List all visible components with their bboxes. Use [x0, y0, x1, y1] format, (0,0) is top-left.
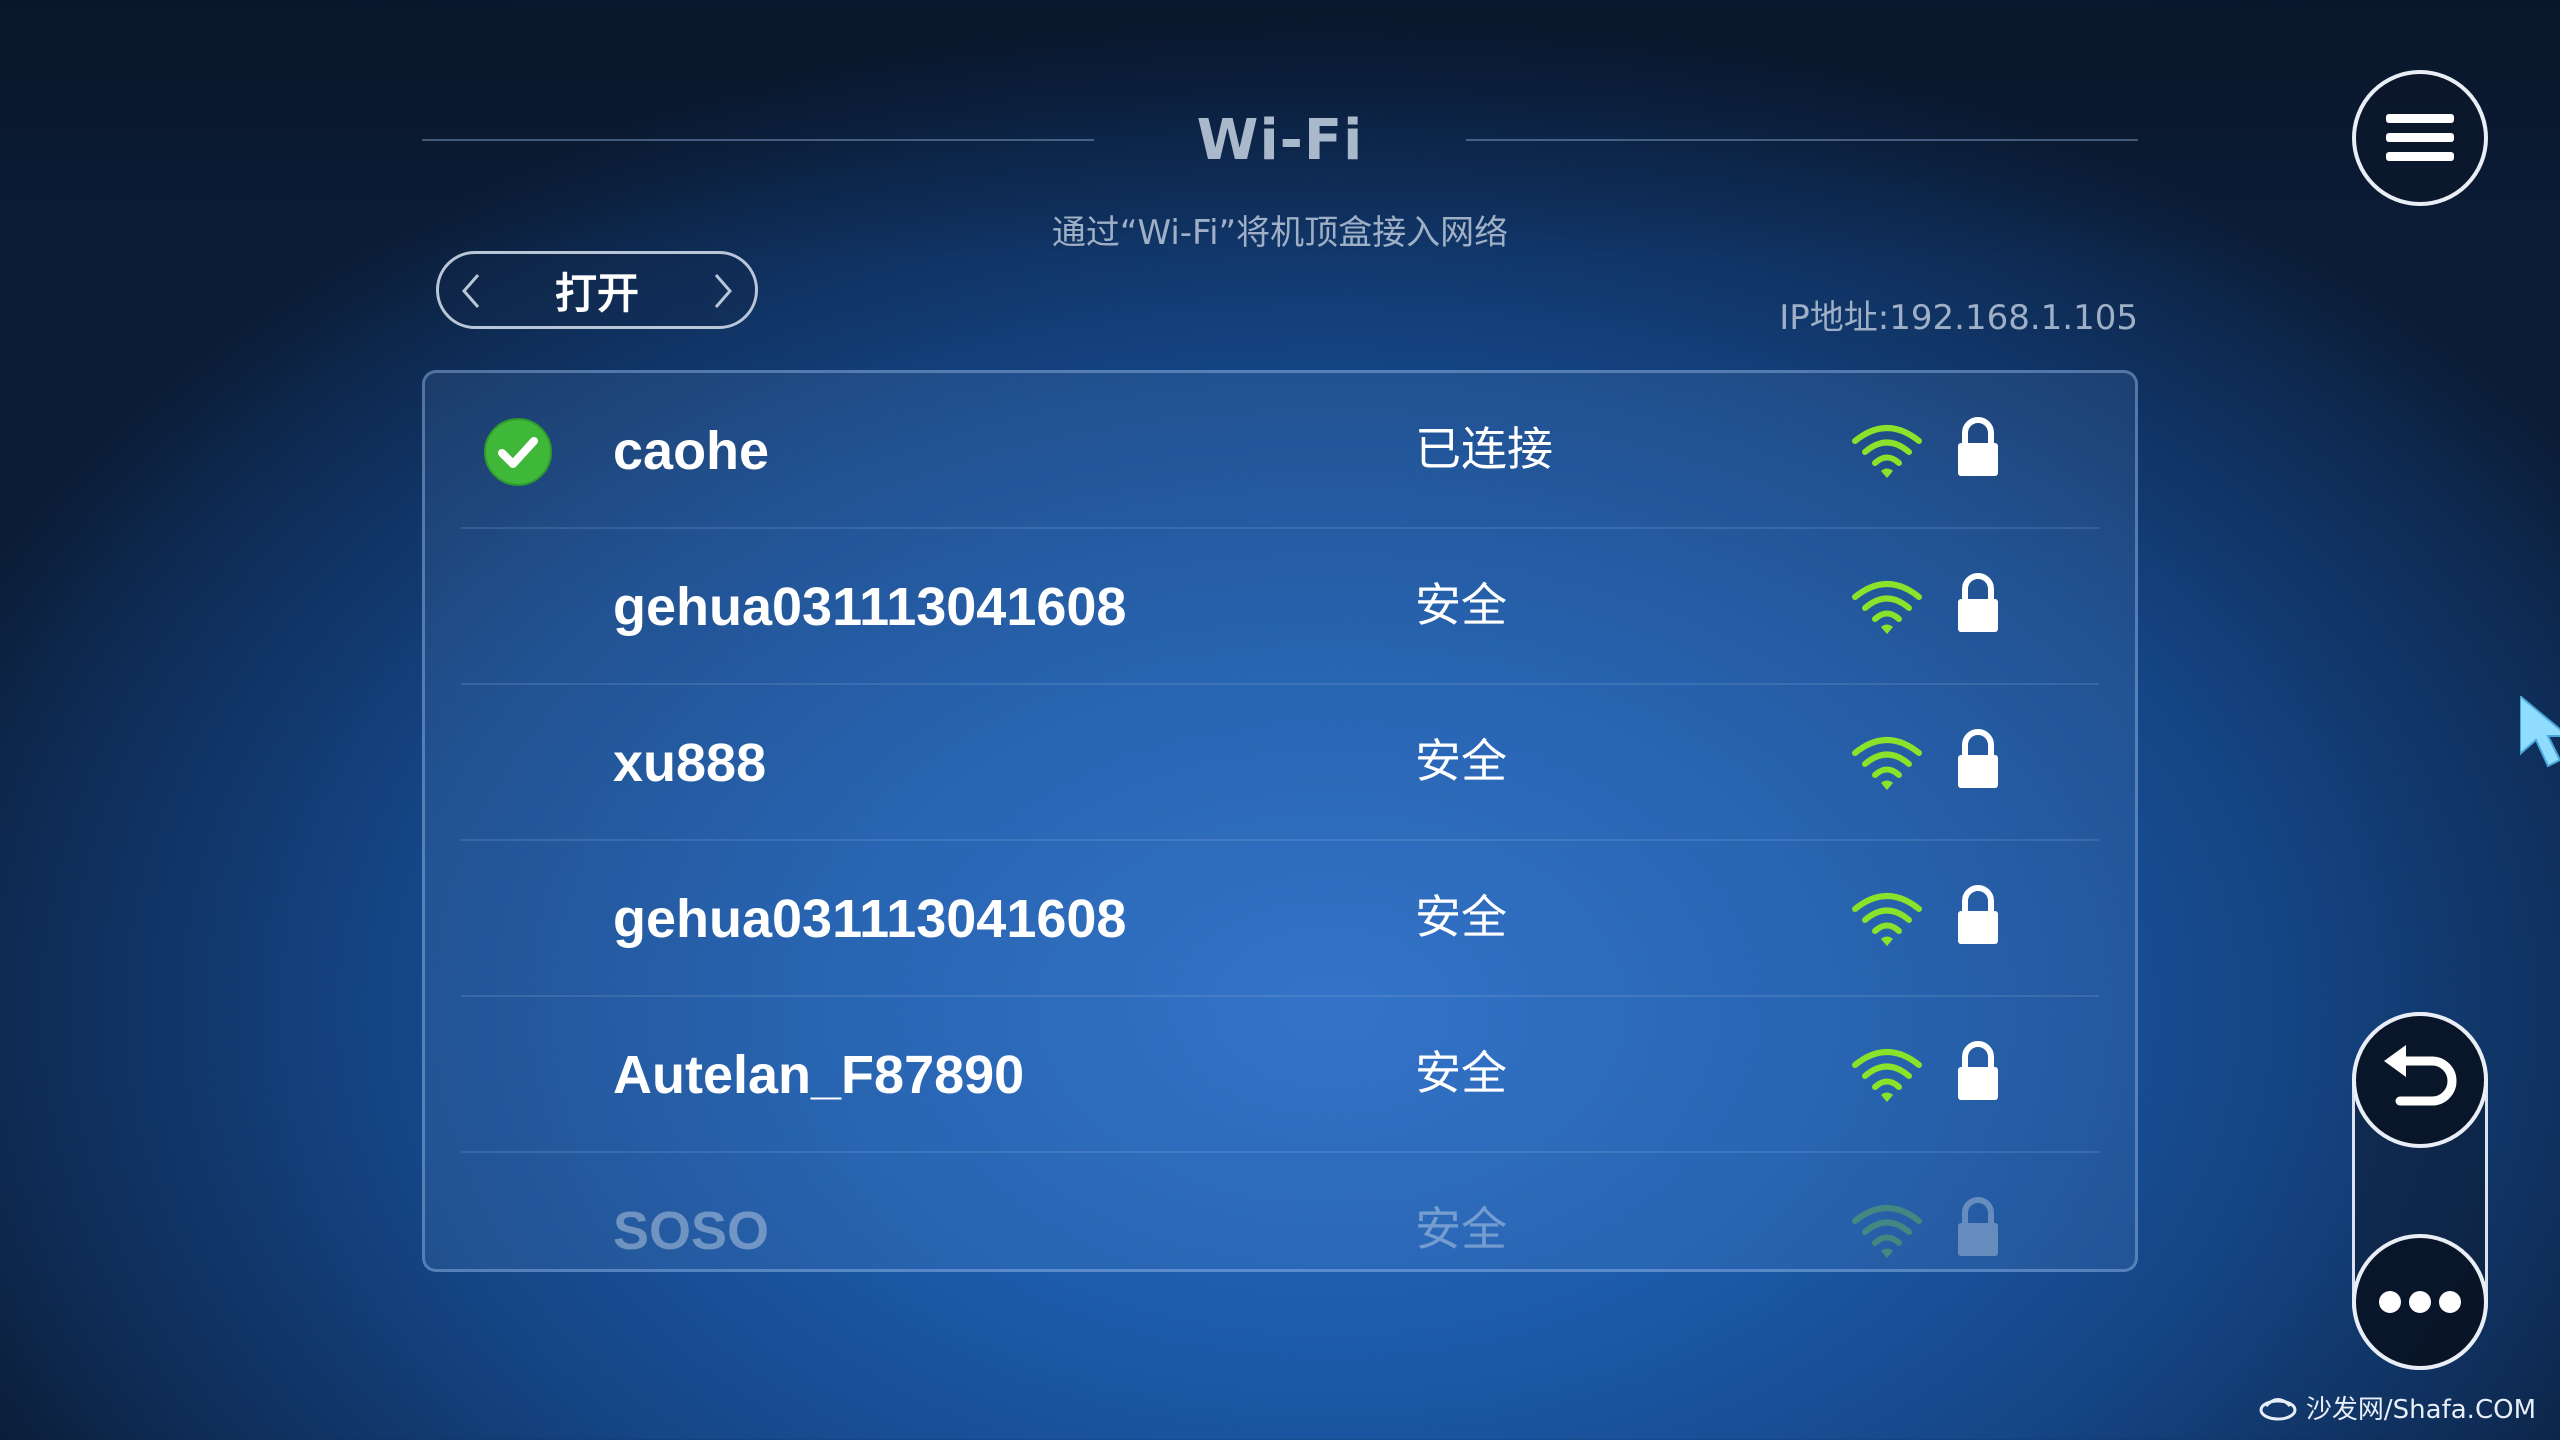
network-row[interactable]: gehua031113041608 安全: [425, 841, 2135, 997]
chevron-right-icon[interactable]: [703, 266, 743, 316]
network-status: 安全: [1415, 578, 1507, 632]
network-ssid: SOSO: [613, 1201, 770, 1261]
title-divider-left: [422, 139, 1094, 141]
network-row[interactable]: SOSO 安全: [425, 1153, 2135, 1269]
watermark-text: 沙发网/Shafa.COM: [2305, 1395, 2536, 1425]
wifi-signal-icon: [1852, 581, 1922, 634]
wifi-toggle[interactable]: 打开: [436, 251, 758, 329]
network-ssid: xu888: [613, 733, 767, 793]
lock-icon: [1958, 1041, 1998, 1100]
ip-address-label: IP地址:192.168.1.105: [1779, 298, 2138, 338]
lock-icon: [1958, 1197, 1998, 1256]
menu-button[interactable]: [2352, 70, 2488, 206]
wifi-signal-icon: [1852, 893, 1922, 946]
network-status: 已连接: [1415, 422, 1553, 476]
wifi-signal-icon: [1852, 1049, 1922, 1102]
lock-icon: [1958, 573, 1998, 632]
network-row[interactable]: xu888 安全: [425, 685, 2135, 841]
wifi-toggle-label: 打开: [554, 268, 639, 318]
network-ssid: Autelan_F87890: [613, 1045, 1025, 1105]
lock-icon: [1958, 885, 1998, 944]
network-row[interactable]: gehua031113041608 安全: [425, 529, 2135, 685]
network-ssid: gehua031113041608: [613, 577, 1127, 637]
more-options-button[interactable]: [2352, 1234, 2488, 1370]
undo-back-icon: [2384, 1045, 2457, 1106]
network-ssid: gehua031113041608: [613, 889, 1127, 949]
more-dots-icon: [2379, 1291, 2461, 1313]
hamburger-menu-icon: [2386, 114, 2454, 161]
page-subtitle: 通过“Wi-Fi”将机顶盒接入网络: [1051, 213, 1509, 253]
page-title: Wi-Fi: [1196, 108, 1364, 173]
network-status: 安全: [1415, 1202, 1507, 1256]
network-status: 安全: [1415, 890, 1507, 944]
wifi-signal-icon: [1852, 1205, 1922, 1258]
lock-icon: [1958, 417, 1998, 476]
network-status: 安全: [1415, 734, 1507, 788]
mouse-cursor-icon: [2520, 696, 2560, 768]
sofa-logo-icon: [2259, 1397, 2297, 1420]
wifi-signal-icon: [1852, 425, 1922, 478]
wifi-signal-icon: [1852, 737, 1922, 790]
connected-check-icon: [484, 418, 552, 486]
watermark: 沙发网/Shafa.COM: [2258, 1389, 2536, 1426]
network-list: caohe 已连接 gehua031113041608 安全 xu888 安全 …: [422, 370, 2138, 1272]
lock-icon: [1958, 729, 1998, 788]
network-row[interactable]: Autelan_F87890 安全: [425, 997, 2135, 1153]
network-status: 安全: [1415, 1046, 1507, 1100]
chevron-left-icon[interactable]: [451, 266, 491, 316]
network-row[interactable]: caohe 已连接: [425, 373, 2135, 529]
title-divider-right: [1466, 139, 2138, 141]
network-ssid: caohe: [613, 421, 770, 481]
back-button[interactable]: [2352, 1012, 2488, 1148]
